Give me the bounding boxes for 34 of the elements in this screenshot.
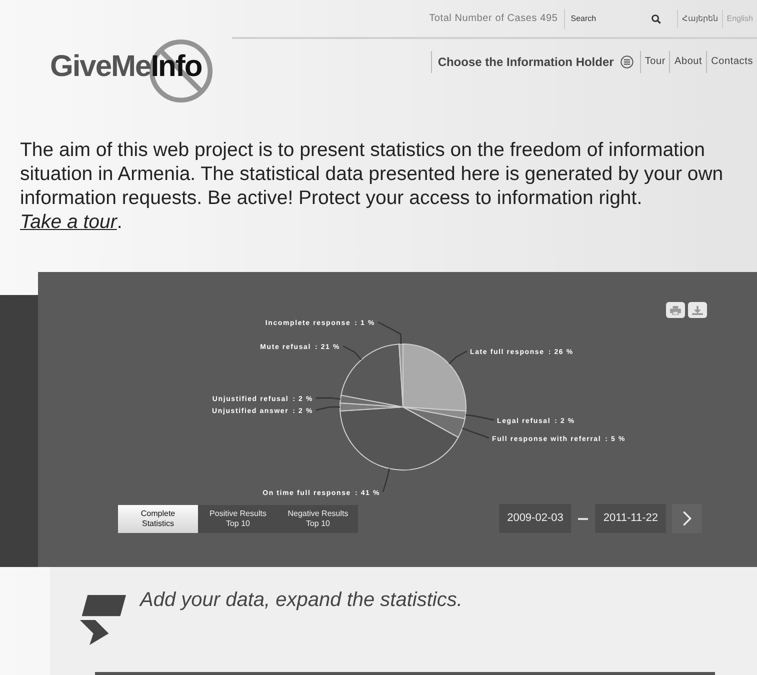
- statistics-tab[interactable]: Positive Results Top 10: [198, 504, 278, 532]
- tour-link[interactable]: Take a tour: [20, 211, 117, 233]
- next-button[interactable]: [672, 504, 702, 533]
- leader-line: [465, 414, 494, 421]
- leader-line: [342, 345, 362, 360]
- language-link[interactable]: Հայերեն: [676, 10, 722, 28]
- leader-line: [316, 406, 340, 411]
- leader-line: [448, 350, 468, 364]
- end-date-field[interactable]: 2011-11-22: [595, 504, 666, 533]
- download-button[interactable]: [688, 302, 707, 318]
- intro-paragraph: The aim of this web project is to present statistics on the freedom of information situation in Armenia. The statistical data presented here is generated by your own information requests. Be active! Protect your access to information right. Take a tour.: [20, 138, 724, 235]
- information-holder-menu[interactable]: Choose the Information Holder: [430, 51, 614, 73]
- printer-icon: [670, 306, 681, 314]
- statistics-tab[interactable]: Negative Results Top 10: [278, 504, 358, 532]
- case-count: Total Number of Cases 495: [429, 8, 565, 28]
- leader-line: [378, 321, 402, 344]
- search-field[interactable]: Search: [570, 14, 651, 23]
- list-icon[interactable]: [620, 55, 634, 69]
- chevron-right-icon: [682, 510, 692, 527]
- search-icon[interactable]: [650, 14, 661, 24]
- statistics-tab[interactable]: Complete Statistics: [118, 504, 198, 532]
- leader-line: [382, 468, 390, 492]
- add-data-heading: Add your data, expand the statistics.: [140, 589, 462, 612]
- leader-line: [316, 397, 341, 400]
- nav-link[interactable]: Contacts: [706, 51, 757, 73]
- download-icon: [692, 306, 703, 314]
- nav-link[interactable]: About: [669, 51, 706, 73]
- arrow-shape-icon: [78, 593, 126, 647]
- start-date-field[interactable]: 2009-02-03: [499, 504, 572, 533]
- dash-icon: [578, 518, 588, 520]
- logo[interactable]: GiveMeInfo: [50, 38, 250, 108]
- leader-line: [462, 428, 490, 439]
- nav-link[interactable]: Tour: [640, 51, 670, 73]
- print-button[interactable]: [666, 302, 685, 318]
